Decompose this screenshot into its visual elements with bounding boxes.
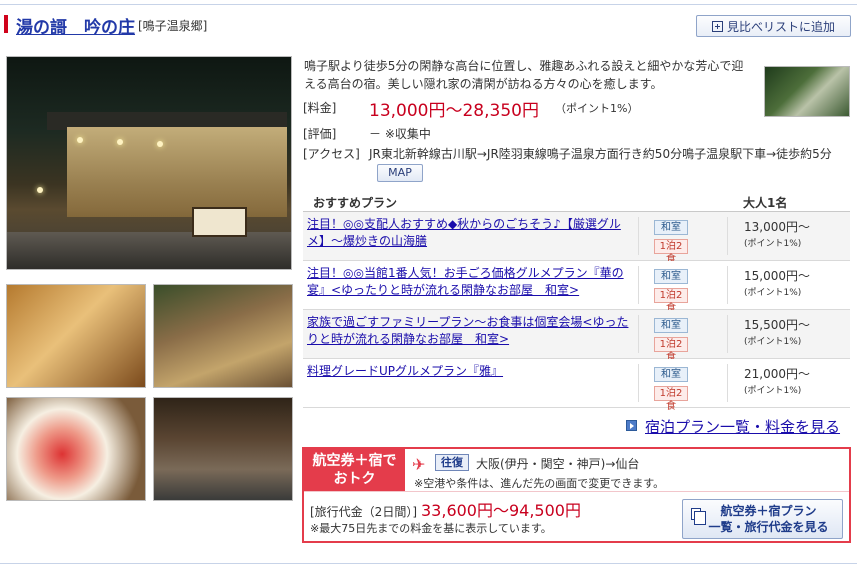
air-hotel-button-line2: 一覧・旅行代金を見る: [708, 520, 829, 534]
room-type-badge: 和室: [654, 269, 688, 284]
meal-badge: 1泊2食: [654, 337, 688, 363]
photo-building: [67, 127, 287, 217]
guest-room-photo[interactable]: [153, 284, 293, 388]
bath-photo[interactable]: [153, 397, 293, 501]
plan-price: 21,000円〜: [744, 367, 810, 381]
air-hotel-label-line2: おトク: [333, 471, 376, 487]
column-divider: [727, 217, 728, 255]
column-divider: [727, 364, 728, 402]
plan-name-link[interactable]: 料理グレードUPグルメプラン『雅』: [307, 363, 629, 380]
plan-row: 注目！◎◎当館1番人気！お手ごろ価格グルメプラン『華の宴』<ゆったりと時が流れる…: [303, 261, 850, 314]
photo-lamp: [117, 139, 123, 145]
plan-point: (ポイント1%): [744, 239, 802, 249]
plan-point: (ポイント1%): [744, 337, 802, 347]
airplane-icon: ✈: [412, 455, 426, 474]
plan-name-link[interactable]: 注目！◎◎支配人おすすめ◆秋からのごちそう♪【厳選グルメ】〜爆炒きの山海膳: [307, 216, 629, 250]
rating-value: － ※収集中: [369, 127, 431, 141]
air-hotel-label-line1: 航空券＋宿で: [312, 453, 397, 469]
cuisine-photo[interactable]: [6, 397, 146, 501]
plans-header-left: おすすめプラン: [313, 196, 398, 210]
access-value: JR東北新幹線古川駅→JR陸羽東線鳴子温泉方面行き約50分鳴子温泉駅下車→徒歩約…: [369, 145, 841, 182]
air-hotel-button-line1: 航空券＋宿プラン: [720, 504, 817, 518]
plans-header: おすすめプラン 大人1名: [303, 192, 850, 212]
plus-box-icon: [711, 20, 723, 32]
photo-sign: [192, 207, 247, 237]
photo-lamp: [157, 141, 163, 147]
plan-name-link[interactable]: 注目！◎◎当館1番人気！お手ごろ価格グルメプラン『華の宴』<ゆったりと時が流れる…: [307, 265, 629, 299]
recommended-plans: おすすめプラン 大人1名 注目！◎◎支配人おすすめ◆秋からのごちそう♪【厳選グル…: [303, 192, 850, 412]
room-type-badge: 和室: [654, 220, 688, 235]
column-divider: [638, 266, 639, 304]
air-hotel-plans-button[interactable]: 航空券＋宿プラン 一覧・旅行代金を見る: [682, 499, 843, 539]
plan-row: 注目！◎◎支配人おすすめ◆秋からのごちそう♪【厳選グルメ】〜爆炒きの山海膳 和室…: [303, 212, 850, 265]
plan-row: 料理グレードUPグルメプラン『雅』 和室 1泊2食 21,000円〜 (ポイント…: [303, 359, 850, 412]
fare-basis-note: ※最大75日先までの料金を基に表示しています。: [310, 522, 552, 535]
meal-badge: 1泊2食: [654, 239, 688, 265]
plans-header-right: 大人1名: [743, 196, 788, 210]
access-label: [アクセス]: [303, 147, 360, 161]
roundtrip-badge: 往復: [435, 454, 469, 471]
main-hotel-photo[interactable]: [6, 56, 292, 270]
plan-row: 家族で過ごすファミリープラン〜お食事は個室会場<ゆったりと時が流れる閑静なお部屋…: [303, 310, 850, 363]
hotel-header: 湯の謌 吟の庄 [鳴子温泉郷] 見比べリストに追加: [4, 12, 853, 40]
meal-badge: 1泊2食: [654, 288, 688, 314]
air-box-divider: [304, 491, 849, 492]
airport-condition-note: ※空港や条件は、進んだ先の画面で変更できます。: [414, 477, 665, 490]
price-label: [料金]: [303, 101, 337, 115]
photo-lamp: [77, 137, 83, 143]
column-divider: [638, 217, 639, 255]
header-accent-bar: [4, 15, 8, 33]
hotel-description: 鳴子駅より徒歩5分の閑静な高台に位置し、雅趣あふれる設えと細やかな芳心で迎える高…: [304, 59, 744, 91]
flight-route: 大阪(伊丹・関空・神戸)→仙台: [476, 457, 640, 471]
travel-fare: [旅行代金（2日間）] 33,600円〜94,500円: [310, 497, 581, 521]
plan-price: 15,500円〜: [744, 318, 810, 332]
rating-label: [評価]: [303, 127, 337, 141]
all-plans-label: 宿泊プラン一覧・料金を見る: [645, 418, 841, 436]
room-type-badge: 和室: [654, 367, 688, 382]
lobby-photo[interactable]: [6, 284, 146, 388]
price-value: 13,000円〜28,350円: [369, 101, 539, 121]
air-hotel-box: 航空券＋宿で おトク ✈ 往復 大阪(伊丹・関空・神戸)→仙台 ※空港や条件は、…: [302, 447, 851, 543]
map-button[interactable]: MAP: [377, 163, 423, 182]
all-plans-link[interactable]: 宿泊プラン一覧・料金を見る: [626, 416, 840, 437]
hotel-area: [鳴子温泉郷]: [138, 19, 208, 33]
column-divider: [638, 364, 639, 402]
garden-thumbnail[interactable]: [764, 66, 850, 117]
plan-price: 13,000円〜: [744, 220, 810, 234]
photo-lamp: [37, 187, 43, 193]
column-divider: [638, 315, 639, 353]
room-type-badge: 和室: [654, 318, 688, 333]
air-hotel-label: 航空券＋宿で おトク: [304, 449, 405, 491]
column-divider: [727, 315, 728, 353]
hotel-name-link[interactable]: 湯の謌 吟の庄: [16, 13, 135, 38]
travel-fare-value: 33,600円〜94,500円: [421, 501, 581, 520]
add-compare-label: 見比べリストに追加: [726, 19, 835, 34]
arrow-square-icon: [626, 420, 637, 431]
travel-fare-label: [旅行代金（2日間）]: [310, 505, 417, 519]
add-compare-button[interactable]: 見比べリストに追加: [696, 15, 851, 37]
plan-point: (ポイント1%): [744, 386, 802, 396]
plan-name-link[interactable]: 家族で過ごすファミリープラン〜お食事は個室会場<ゆったりと時が流れる閑静なお部屋…: [307, 314, 629, 348]
meal-badge: 1泊2食: [654, 386, 688, 412]
photo-road: [7, 232, 291, 269]
copy-pages-icon: [691, 508, 706, 525]
bottom-divider: [0, 563, 857, 564]
price-point: （ポイント1%）: [555, 102, 639, 115]
column-divider: [727, 266, 728, 304]
plan-point: (ポイント1%): [744, 288, 802, 298]
plan-price: 15,000円〜: [744, 269, 810, 283]
access-text: JR東北新幹線古川駅→JR陸羽東線鳴子温泉方面行き約50分鳴子温泉駅下車→徒歩約…: [369, 147, 832, 161]
top-divider: [0, 4, 857, 5]
